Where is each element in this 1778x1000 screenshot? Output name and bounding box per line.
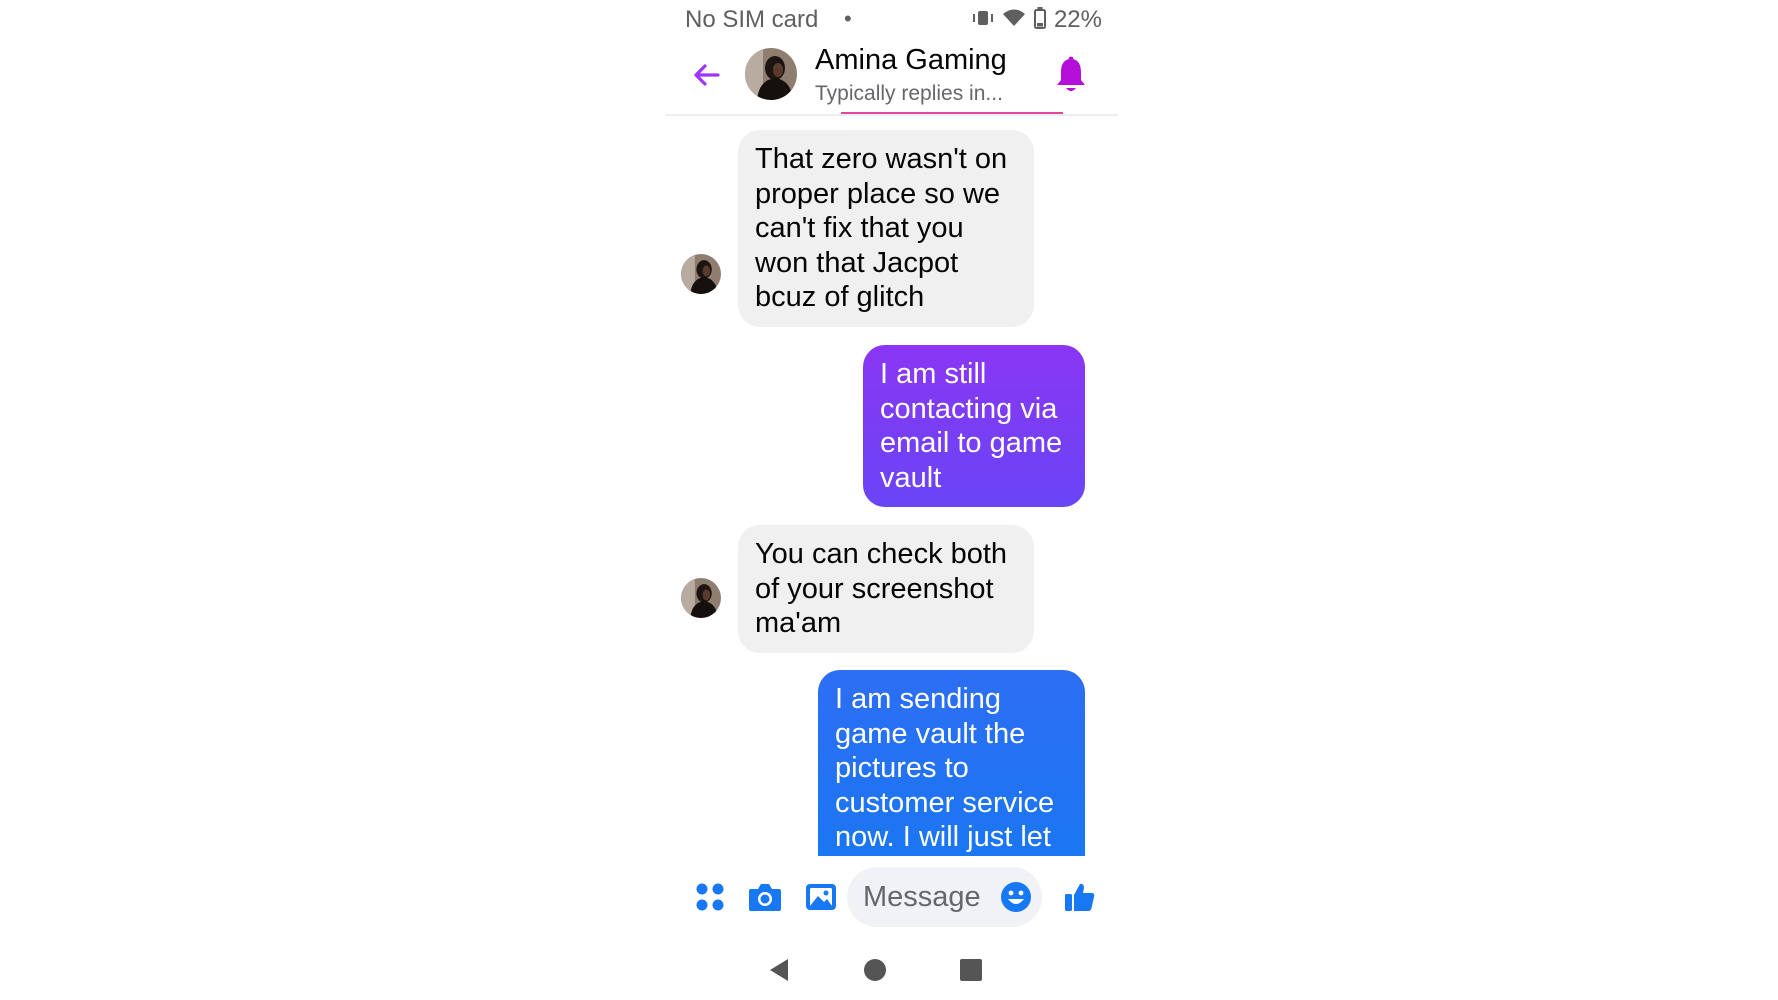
back-button[interactable] — [689, 58, 723, 92]
gallery-button[interactable] — [802, 878, 840, 916]
carrier-label: No SIM card — [685, 6, 819, 33]
apps-button[interactable] — [691, 878, 729, 916]
message-list[interactable]: That zero wasn't on proper place so we c… — [665, 116, 1118, 856]
nav-recents-icon — [960, 959, 982, 981]
nav-back-button[interactable] — [765, 956, 793, 984]
camera-icon — [749, 884, 781, 911]
gallery-icon — [806, 884, 836, 910]
battery-icon — [1033, 6, 1046, 34]
emoji-icon — [1001, 882, 1031, 912]
like-button[interactable] — [1061, 878, 1099, 916]
apps-grid-icon — [696, 883, 724, 911]
bell-icon — [1057, 56, 1085, 91]
camera-button[interactable] — [746, 878, 784, 916]
nav-back-icon — [770, 959, 788, 981]
contact-status: Typically replies in... — [815, 82, 1003, 105]
outgoing-message[interactable]: I am still contacting via email to game … — [863, 345, 1085, 507]
status-bar: No SIM card • 22% — [665, 0, 1118, 40]
nav-recents-button[interactable] — [957, 956, 985, 984]
sender-avatar[interactable] — [681, 254, 721, 294]
emoji-button[interactable] — [1000, 881, 1032, 913]
status-separator: • — [844, 6, 852, 31]
notification-button[interactable] — [1054, 56, 1088, 94]
incoming-message[interactable]: That zero wasn't on proper place so we c… — [738, 130, 1034, 327]
sender-avatar[interactable] — [681, 578, 721, 618]
conversation-header: Amina Gaming Typically replies in... — [665, 40, 1118, 116]
phone-screen: No SIM card • 22% Amina Gaming Typically… — [665, 0, 1118, 1000]
status-indicators: 22% — [972, 6, 1102, 34]
vibrate-icon — [972, 9, 994, 32]
system-nav-bar — [665, 940, 1118, 1000]
message-composer — [665, 856, 1118, 940]
battery-percent: 22% — [1053, 6, 1102, 33]
message-input-container[interactable] — [847, 867, 1042, 927]
header-accent-line — [841, 112, 1063, 114]
nav-home-button[interactable] — [861, 956, 889, 984]
nav-home-icon — [864, 959, 886, 981]
wifi-icon — [1002, 8, 1026, 33]
message-input[interactable] — [863, 877, 981, 917]
back-arrow-icon — [694, 64, 720, 86]
outgoing-message[interactable]: I am sending game vault the pictures to … — [818, 670, 1085, 856]
thumbs-up-icon — [1065, 883, 1095, 911]
contact-avatar[interactable] — [745, 48, 797, 100]
incoming-message[interactable]: You can check both of your screenshot ma… — [738, 525, 1034, 653]
contact-name[interactable]: Amina Gaming — [815, 44, 1007, 77]
